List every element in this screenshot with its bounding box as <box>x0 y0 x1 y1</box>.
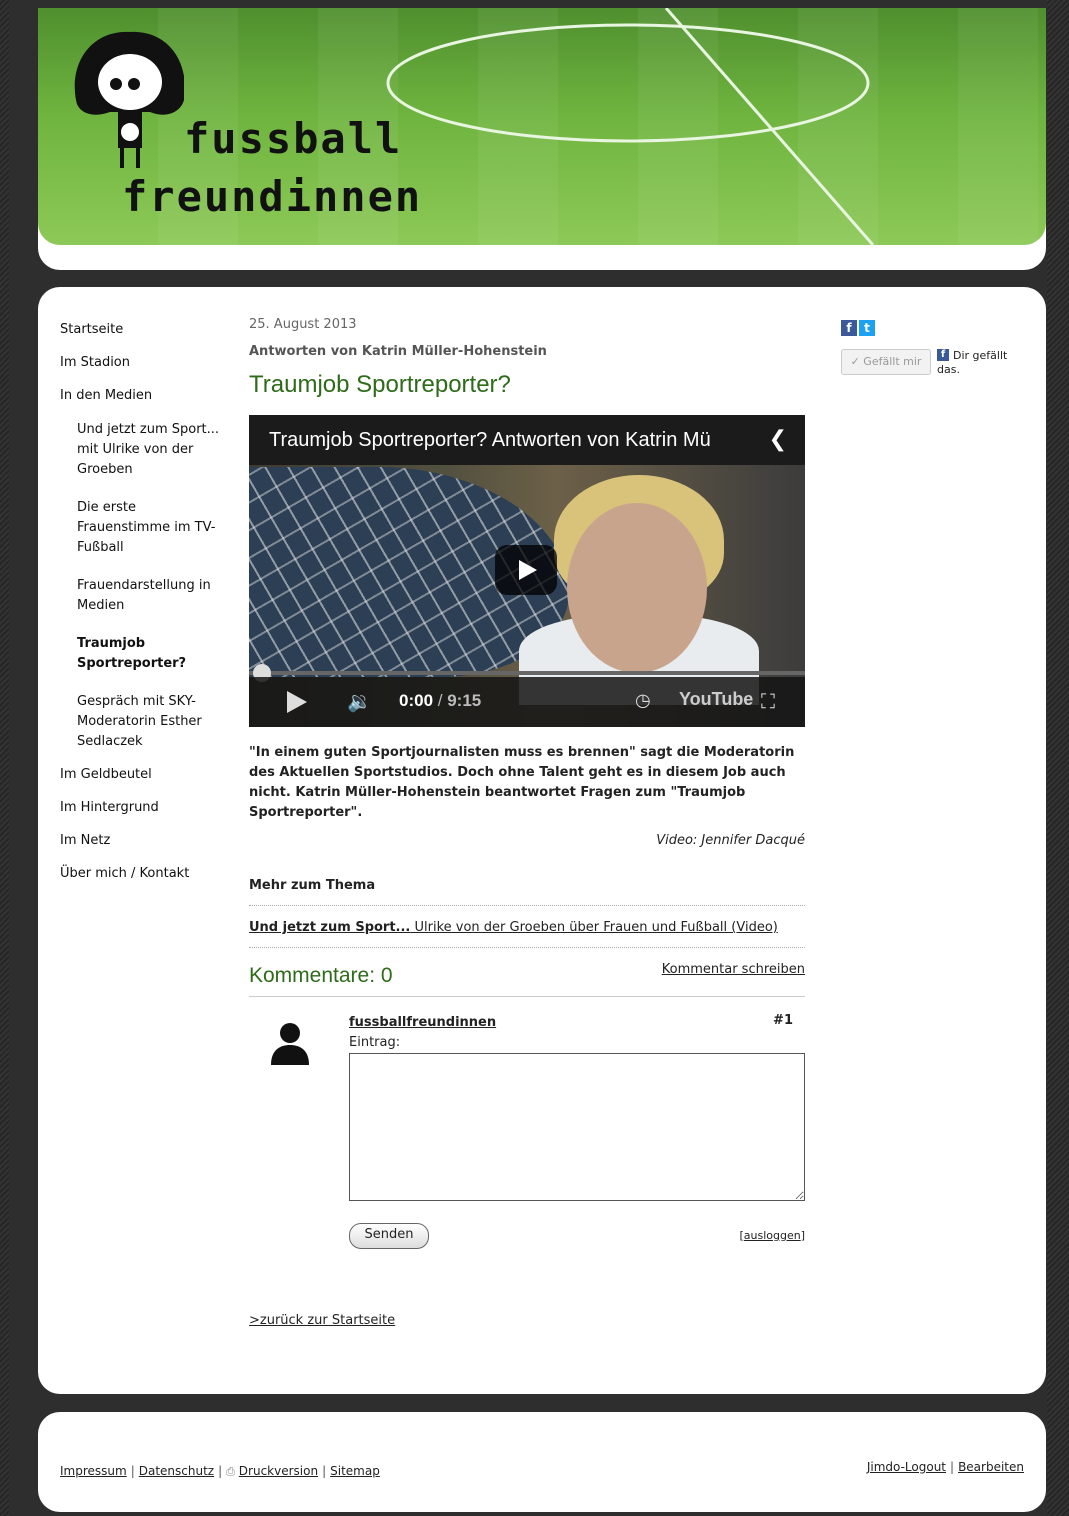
article-date: 25. August 2013 <box>249 317 357 332</box>
comment-textarea[interactable] <box>349 1053 805 1201</box>
datenschutz-link[interactable]: Datenschutz <box>139 1464 214 1478</box>
back-to-start-link[interactable]: >zurück zur Startseite <box>249 1313 805 1328</box>
like-status: f Dir gefällt das. <box>937 349 1008 376</box>
article-title: Traumjob Sportreporter? <box>249 371 511 398</box>
comments-header: Kommentare: 0 Kommentar schreiben <box>249 962 805 997</box>
logo-line2: freundinnen <box>122 172 423 221</box>
comment-form: fussballfreundinnen #1 Eintrag: Senden [… <box>249 997 805 1297</box>
video-player[interactable]: Traumjob Sportreporter? Antworten von Ka… <box>249 415 805 727</box>
play-icon[interactable] <box>287 691 307 713</box>
youtube-logo-icon[interactable]: YouTube <box>679 689 753 710</box>
nav-item-in-den-medien[interactable]: In den Medien <box>60 387 230 420</box>
video-credit: Video: Jennifer Dacqué <box>656 833 805 848</box>
nav-item-im-geldbeutel[interactable]: Im Geldbeutel <box>60 766 230 799</box>
twitter-icon[interactable]: t <box>859 320 875 336</box>
entry-label: Eintrag: <box>349 1035 401 1050</box>
content-area: Startseite Im Stadion In den Medien Und … <box>38 287 1046 1394</box>
nav-item-im-netz[interactable]: Im Netz <box>60 832 230 865</box>
comments-heading: Kommentare: 0 <box>249 964 393 987</box>
comment-author[interactable]: fussballfreundinnen <box>349 1015 496 1030</box>
nav-subitem-erste-frauenstimme[interactable]: Die erste Frauenstimme im TV-Fußball <box>60 498 230 558</box>
send-button[interactable]: Senden <box>349 1223 429 1249</box>
site-header: fussball freundinnen <box>38 8 1046 270</box>
nav-subitem-traumjob-active[interactable]: Traumjob Sportreporter? <box>60 634 230 674</box>
more-link[interactable]: Und jetzt zum Sport... Ulrike von der Gr… <box>249 920 805 948</box>
sitemap-link[interactable]: Sitemap <box>330 1464 380 1478</box>
facebook-icon[interactable]: f <box>841 320 857 336</box>
social-sidebar: ft ✓ Gefällt mir f Dir gefällt das. <box>841 317 1007 376</box>
article: 25. August 2013 Antworten von Katrin Mül… <box>249 317 805 1328</box>
more-heading: Mehr zum Thema <box>249 878 805 906</box>
share-icon[interactable]: ❮ <box>769 427 787 452</box>
write-comment-link[interactable]: Kommentar schreiben <box>662 962 805 977</box>
druckversion-link[interactable]: Druckversion <box>239 1464 318 1478</box>
nav-item-im-hintergrund[interactable]: Im Hintergrund <box>60 799 230 832</box>
like-button[interactable]: ✓ Gefällt mir <box>841 349 931 375</box>
sidebar-nav: Startseite Im Stadion In den Medien Und … <box>60 321 230 898</box>
jimdo-logout-link[interactable]: Jimdo-Logout <box>867 1460 946 1474</box>
article-subtitle: Antworten von Katrin Müller-Hohenstein <box>249 344 547 359</box>
video-time: 0:00 / 9:15 <box>399 691 482 710</box>
footer-left-links: Impressum | Datenschutz | ⎙ Druckversion | Sit… <box>60 1464 380 1478</box>
volume-icon[interactable]: 🔉 <box>347 689 372 713</box>
facebook-small-icon: f <box>937 349 949 361</box>
fullscreen-icon[interactable]: ⛶ <box>761 689 775 713</box>
impressum-link[interactable]: Impressum <box>60 1464 127 1478</box>
video-title[interactable]: Traumjob Sportreporter? Antworten von Ka… <box>269 429 739 452</box>
nav-subitem-und-jetzt-zum-sport[interactable]: Und jetzt zum Sport... mit Ulrike von de… <box>60 420 230 480</box>
nav-item-startseite[interactable]: Startseite <box>60 321 230 354</box>
nav-item-im-stadion[interactable]: Im Stadion <box>60 354 230 387</box>
video-progress-bar[interactable] <box>249 671 805 675</box>
watch-later-icon[interactable]: ◷ <box>635 690 651 711</box>
nav-subitem-frauendarstellung[interactable]: Frauendarstellung in Medien <box>60 576 230 616</box>
video-person-face <box>567 503 707 673</box>
video-controls: 🔉 0:00 / 9:15 ◷ YouTube ⛶ <box>249 677 805 727</box>
logo-line1: fussball <box>184 114 403 163</box>
nav-item-ueber-mich[interactable]: Über mich / Kontakt <box>60 865 230 898</box>
comment-number: #1 <box>773 1013 793 1028</box>
site-footer: Impressum | Datenschutz | ⎙ Druckversion | Sit… <box>38 1412 1046 1512</box>
logout-link[interactable]: [ausloggen] <box>739 1229 805 1242</box>
avatar-icon <box>271 1023 309 1065</box>
play-overlay-button[interactable] <box>495 545 557 595</box>
nav-subitem-gespraech-sky[interactable]: Gespräch mit SKY-Moderatorin Esther Sedl… <box>60 692 230 752</box>
footer-right-links: Jimdo-Logout | Bearbeiten <box>866 1460 1024 1474</box>
bearbeiten-link[interactable]: Bearbeiten <box>958 1460 1024 1474</box>
girl-logo-icon <box>74 31 184 168</box>
article-lead: "In einem guten Sportjournalisten muss e… <box>249 745 795 820</box>
printer-icon: ⎙ <box>226 1465 235 1478</box>
site-logo[interactable]: fussball freundinnen <box>64 22 420 232</box>
